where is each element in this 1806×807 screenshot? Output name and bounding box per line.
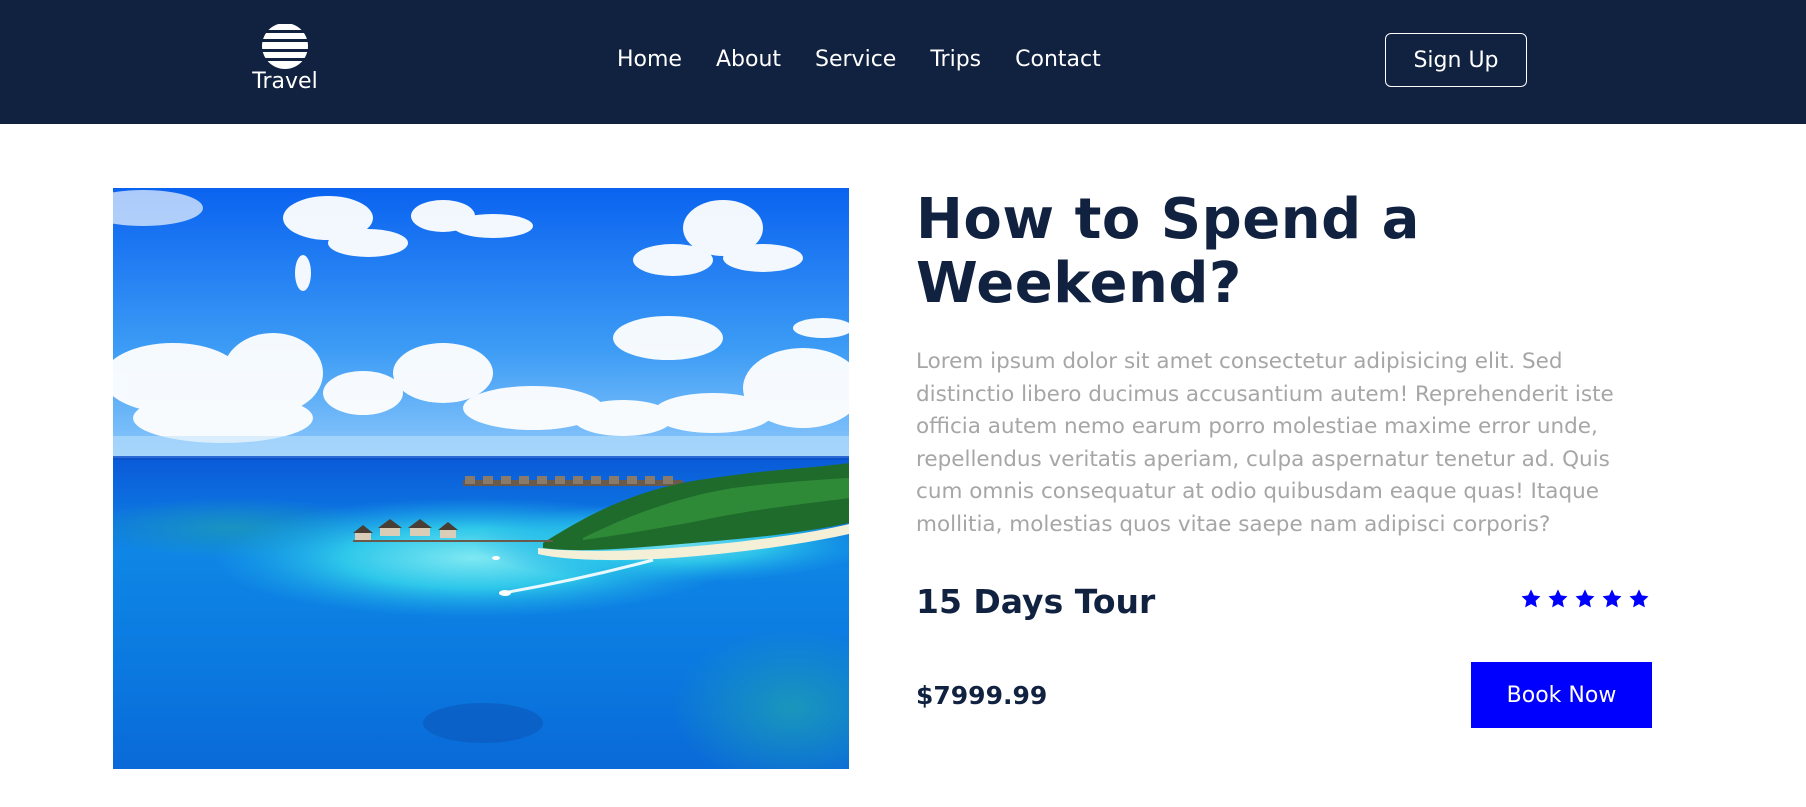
nav-contact[interactable]: Contact [1015,46,1101,74]
main-nav: Home About Service Trips Contact [617,46,1101,74]
nav-home[interactable]: Home [617,46,682,74]
site-header: Travel Home About Service Trips Contact … [0,0,1806,124]
globe-icon [262,24,308,69]
star-icon [1575,589,1595,608]
tour-price: $7999.99 [916,681,1048,710]
logo-text: Travel [252,69,318,94]
nav-about[interactable]: About [716,46,781,74]
star-icon [1629,589,1649,608]
book-now-button[interactable]: Book Now [1471,662,1652,728]
signup-button[interactable]: Sign Up [1385,33,1527,87]
star-icon [1602,589,1622,608]
star-icon [1521,589,1541,608]
star-icon [1548,589,1568,608]
nav-trips[interactable]: Trips [930,46,981,74]
logo[interactable]: Travel [250,22,320,94]
tour-duration: 15 Days Tour [916,582,1156,621]
rating-stars [1520,588,1650,610]
tour-image [113,188,849,769]
page-title: How to Spend a Weekend? [916,187,1420,316]
nav-service[interactable]: Service [815,46,896,74]
tour-description: Lorem ipsum dolor sit amet consectetur a… [916,349,1614,537]
